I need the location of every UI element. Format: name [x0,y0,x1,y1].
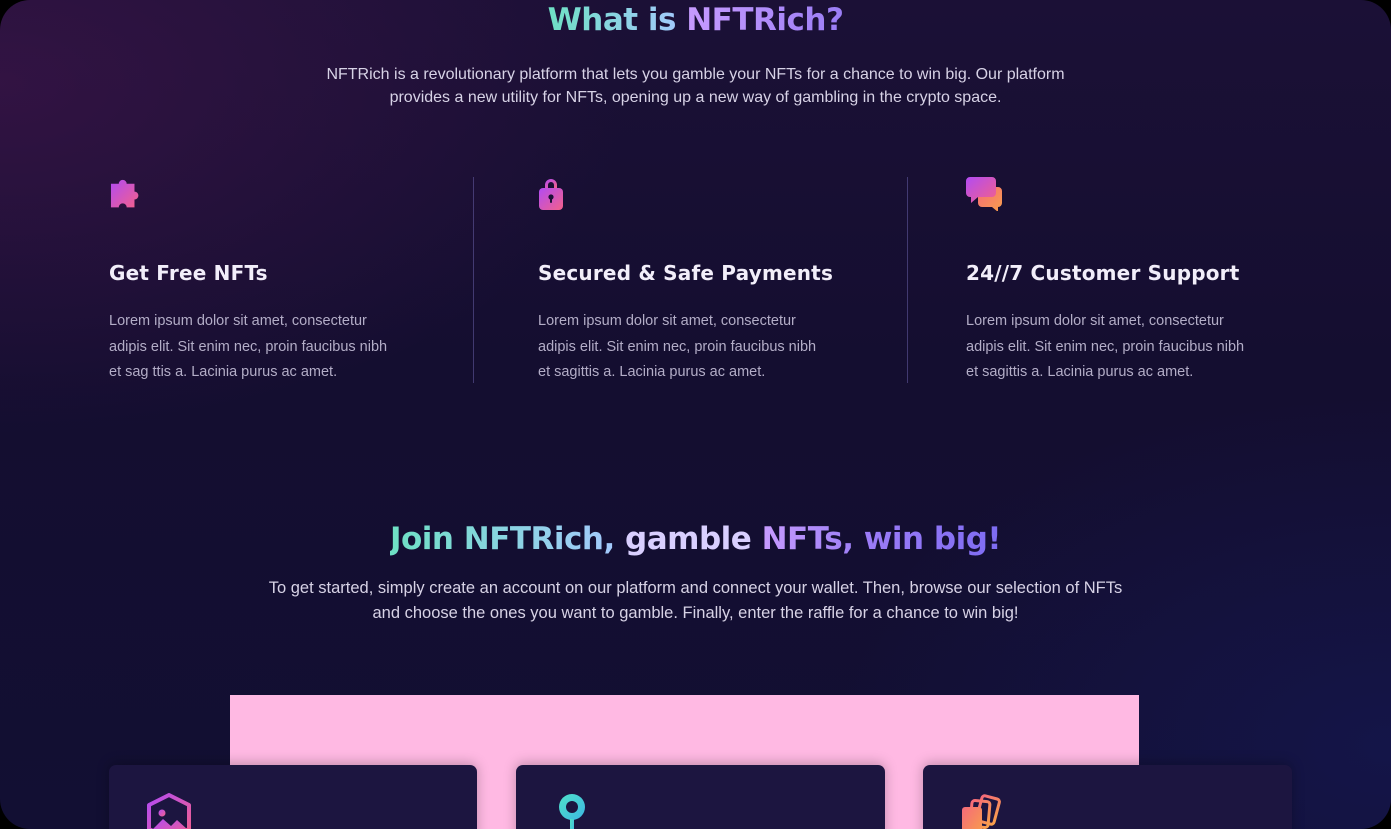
step-card [516,765,885,829]
feature-customer-support: 24//7 Customer Support Lorem ipsum dolor… [966,175,1306,380]
about-description: NFTRich is a revolutionary platform that… [0,63,1391,109]
feature-text-line: Lorem ipsum dolor sit amet, consectetur [966,313,1224,329]
join-description-line1: To get started, simply create an account… [268,579,1123,597]
feature-free-nfts: Get Free NFTs Lorem ipsum dolor sit amet… [109,175,449,380]
about-title-part1: What is [547,2,687,38]
feature-secure-payments: Secured & Safe Payments Lorem ipsum dolo… [538,175,878,380]
feature-text: Lorem ipsum dolor sit amet, consectetur … [966,309,1286,386]
page-frame: What is NFTRich? NFTRich is a revolution… [0,0,1391,829]
join-title: Join NFTRich, gamble NFTs, win big! [0,519,1391,559]
feature-text: Lorem ipsum dolor sit amet, consectetur … [538,309,858,386]
feature-text-line: Lorem ipsum dolor sit amet, consectetur [538,313,796,329]
join-title-part4: win big! [863,521,1002,557]
feature-text-line: et sag ttis a. Lacinia purus ac amet. [109,364,338,380]
feature-text-line: adipis elit. Sit enim nec, proin faucibu… [538,338,817,355]
join-title-part2: gamble [625,521,762,557]
feature-divider [907,177,908,383]
about-description-line1: NFTRich is a revolutionary platform that… [326,66,1065,83]
chat-bubbles-icon [966,177,1002,211]
cards-icon [962,794,1001,829]
step-card [923,765,1292,829]
image-icon [147,793,191,829]
feature-text: Lorem ipsum dolor sit amet, consectetur … [109,309,429,386]
feature-text-line: adipis elit. Sit enim nec, proin faucibu… [109,338,388,355]
join-description-line2: and choose the ones you want to gamble. … [372,604,1019,622]
feature-text-line: et sagittis a. Lacinia purus ac amet. [538,364,766,380]
join-title-part3: NFTs, [761,521,864,557]
feature-divider [473,177,474,383]
feature-text-line: adipis elit. Sit enim nec, proin faucibu… [966,338,1245,355]
lock-icon [539,179,563,210]
feature-text-line: et sagittis a. Lacinia purus ac amet. [966,364,1194,380]
feature-text-line: Lorem ipsum dolor sit amet, consectetur [109,313,367,329]
feature-title: 24//7 Customer Support [966,261,1240,285]
about-description-line2: provides a new utility for NFTs, opening… [389,89,1002,106]
step-card [109,765,477,829]
feature-title: Get Free NFTs [109,261,268,285]
feature-title: Secured & Safe Payments [538,261,834,285]
join-description: To get started, simply create an account… [0,576,1391,626]
about-title-part2: NFTRich? [686,2,844,38]
location-pin-icon [559,794,585,829]
puzzle-icon [110,179,139,208]
join-title-part1: Join NFTRich, [389,521,626,557]
about-title: What is NFTRich? [0,0,1391,40]
